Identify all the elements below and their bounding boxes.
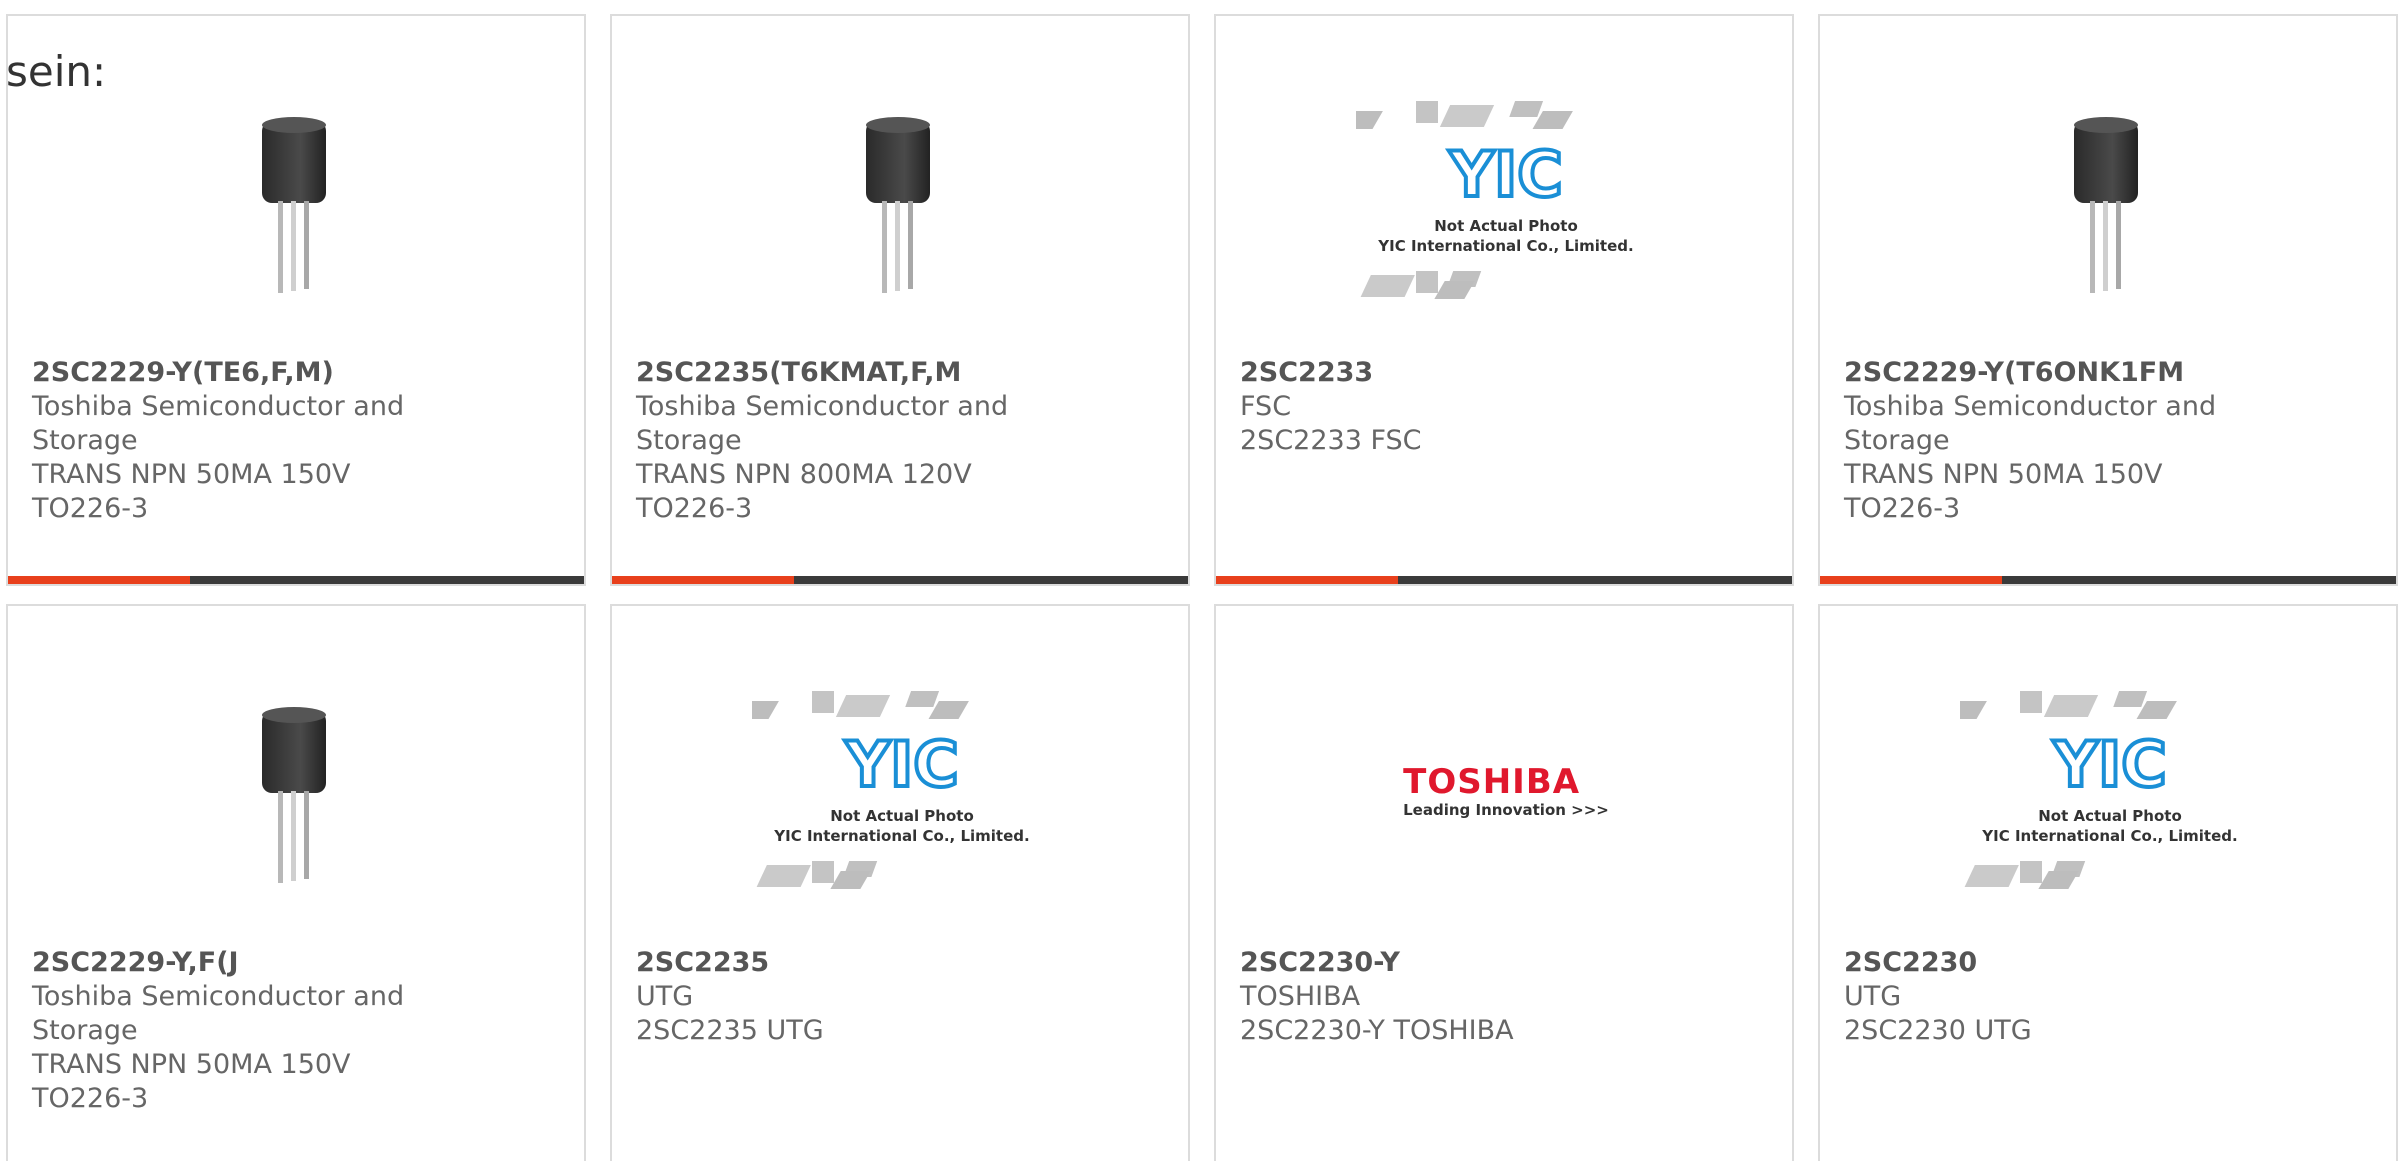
product-description: 2SC2235 UTG [636,1015,824,1046]
section-heading: sein: [6,47,107,96]
card-bar-accent [1820,576,2002,584]
product-info: 2SC2229-Y(T6ONK1FM Toshiba Semiconductor… [1844,356,2264,526]
product-description: 2SC2230 UTG [1844,1015,2032,1046]
product-image[interactable]: TOSHIBA Leading Innovation >>> [1356,646,1656,936]
product-image[interactable] [752,56,1052,346]
product-part-number[interactable]: 2SC2229-Y(T6ONK1FM [1844,356,2264,390]
product-info: 2SC2233 FSC 2SC2233 FSC [1240,356,1660,458]
product-info: 2SC2229-Y,F(J Toshiba Semiconductor and … [32,946,452,1116]
product-info: 2SC2235 UTG 2SC2235 UTG [636,946,1056,1048]
chip-cluster-top [752,691,969,719]
toshiba-logo: TOSHIBA Leading Innovation >>> [1403,763,1609,819]
product-description: TRANS NPN 800MA 120V TO226-3 [636,459,972,524]
product-card-7[interactable]: TOSHIBA Leading Innovation >>> 2SC2230-Y … [1214,604,1794,1161]
yic-caption-line2: YIC International Co., Limited. [773,827,1029,845]
product-info: 2SC2229-Y(TE6,F,M) Toshiba Semiconductor… [32,356,452,526]
yic-caption-line2: YIC International Co., Limited. [1981,827,2237,845]
product-part-number[interactable]: 2SC2229-Y(TE6,F,M) [32,356,452,390]
product-manufacturer: TOSHIBA [1240,981,1361,1012]
product-part-number[interactable]: 2SC2233 [1240,356,1660,390]
product-card-2[interactable]: 2SC2235(T6KMAT,F,M Toshiba Semiconductor… [610,14,1190,586]
product-grid: 2SC2229-Y(TE6,F,M) Toshiba Semiconductor… [6,14,2398,1161]
yic-logo: YIC [1448,138,1562,211]
product-image[interactable]: YIC Not Actual Photo YIC International Co.… [1960,646,2260,936]
card-bottom-bar [8,576,584,584]
chip-cluster-bottom [1964,861,2086,889]
card-bottom-bar [1216,576,1792,584]
product-manufacturer: Toshiba Semiconductor and Storage [636,391,1009,456]
product-description: TRANS NPN 50MA 150V TO226-3 [1844,459,2163,524]
yic-placeholder-image: YIC Not Actual Photo YIC International Co.… [752,691,1030,889]
product-description: 2SC2233 FSC [1240,425,1422,456]
transistor-icon [2074,117,2138,293]
yic-placeholder-image: YIC Not Actual Photo YIC International Co.… [1960,691,2238,889]
yic-caption-line1: Not Actual Photo [2038,807,2182,825]
transistor-icon [866,117,930,293]
card-bar-accent [612,576,794,584]
product-description: TRANS NPN 50MA 150V TO226-3 [32,459,351,524]
product-manufacturer: Toshiba Semiconductor and Storage [32,981,405,1046]
product-description: TRANS NPN 50MA 150V TO226-3 [32,1049,351,1114]
page: sein: 2SC2229-Y(TE6,F,M) Toshiba Semicon… [0,0,2400,1161]
card-bar-accent [1216,576,1398,584]
chip-cluster-top [1356,101,1573,129]
product-image[interactable] [1960,56,2260,346]
product-card-5[interactable]: 2SC2229-Y,F(J Toshiba Semiconductor and … [6,604,586,1161]
product-card-3[interactable]: YIC Not Actual Photo YIC International Co.… [1214,14,1794,586]
product-card-4[interactable]: 2SC2229-Y(T6ONK1FM Toshiba Semiconductor… [1818,14,2398,586]
product-manufacturer: FSC [1240,391,1292,422]
product-manufacturer: Toshiba Semiconductor and Storage [32,391,405,456]
product-manufacturer: Toshiba Semiconductor and Storage [1844,391,2217,456]
product-info: 2SC2230 UTG 2SC2230 UTG [1844,946,2264,1048]
chip-cluster-bottom [756,861,878,889]
yic-logo: YIC [2052,728,2166,801]
product-image[interactable]: YIC Not Actual Photo YIC International Co.… [752,646,1052,936]
product-part-number[interactable]: 2SC2229-Y,F(J [32,946,452,980]
product-card-8[interactable]: YIC Not Actual Photo YIC International Co.… [1818,604,2398,1161]
product-info: 2SC2235(T6KMAT,F,M Toshiba Semiconductor… [636,356,1056,526]
transistor-icon [262,117,326,293]
chip-cluster-top [1960,691,2177,719]
transistor-icon [262,707,326,883]
toshiba-tagline: Leading Innovation >>> [1403,801,1609,819]
card-bar-accent [8,576,190,584]
product-part-number[interactable]: 2SC2235 [636,946,1056,980]
product-image[interactable]: YIC Not Actual Photo YIC International Co.… [1356,56,1656,346]
card-bottom-bar [1820,576,2396,584]
product-part-number[interactable]: 2SC2230-Y [1240,946,1660,980]
toshiba-wordmark: TOSHIBA [1403,762,1581,802]
product-image[interactable] [148,56,448,346]
product-part-number[interactable]: 2SC2230 [1844,946,2264,980]
product-info: 2SC2230-Y TOSHIBA 2SC2230-Y TOSHIBA [1240,946,1660,1048]
product-image[interactable] [148,646,448,936]
yic-caption-line1: Not Actual Photo [830,807,974,825]
yic-caption-line1: Not Actual Photo [1434,217,1578,235]
product-manufacturer: UTG [1844,981,1902,1012]
chip-cluster-bottom [1360,271,1482,299]
yic-logo: YIC [844,728,958,801]
product-description: 2SC2230-Y TOSHIBA [1240,1015,1514,1046]
product-manufacturer: UTG [636,981,694,1012]
product-card-6[interactable]: YIC Not Actual Photo YIC International Co.… [610,604,1190,1161]
product-part-number[interactable]: 2SC2235(T6KMAT,F,M [636,356,1056,390]
yic-caption-line2: YIC International Co., Limited. [1377,237,1633,255]
yic-placeholder-image: YIC Not Actual Photo YIC International Co.… [1356,101,1634,299]
card-bottom-bar [612,576,1188,584]
